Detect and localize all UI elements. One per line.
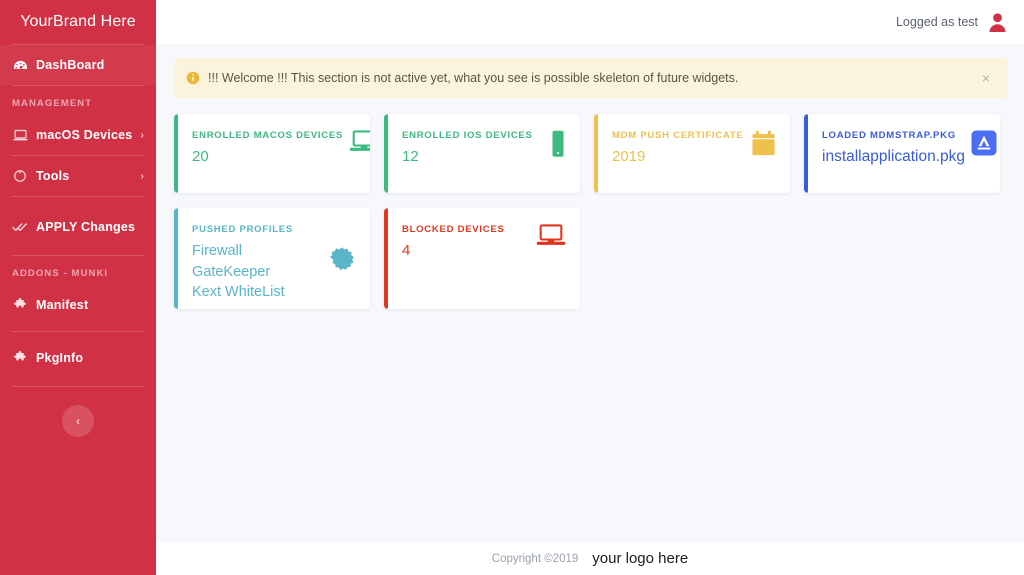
- gear-icon: [11, 168, 29, 184]
- welcome-alert: !!! Welcome !!! This section is not acti…: [174, 58, 1008, 98]
- sidebar-divider: [12, 331, 144, 332]
- sidebar-section-management: MANAGEMENT: [12, 98, 93, 109]
- sidebar-item-label: Tools: [36, 169, 70, 183]
- logged-as-label: Logged as test: [895, 15, 978, 29]
- card-loaded-mdmstrap-pkg[interactable]: LOADED MDMSTRAP.PKG installapplication.p…: [804, 114, 1000, 193]
- sidebar-item-manifest[interactable]: Manifest: [0, 285, 156, 325]
- footer: Copyright ©2019 your logo here: [156, 542, 1024, 575]
- profile-item: Kext WhiteList: [192, 284, 285, 301]
- sidebar-item-label: DashBoard: [36, 58, 105, 72]
- dashboard-icon: [11, 57, 29, 73]
- card-enrolled-ios-devices[interactable]: ENROLLED IOS DEVICES 12: [384, 114, 580, 193]
- card-mdm-push-certificate[interactable]: MDM PUSH CERTIFICATE 2019: [594, 114, 790, 193]
- user-avatar-icon[interactable]: [988, 11, 1008, 33]
- sidebar: YourBrand Here DashBoard MANAGEMENT macO…: [0, 0, 156, 575]
- footer-logo-text: your logo here: [592, 550, 689, 567]
- profile-item: GateKeeper: [192, 263, 271, 280]
- chevron-right-icon: ›: [140, 170, 144, 182]
- sidebar-item-tools[interactable]: Tools ›: [0, 156, 156, 196]
- certificate-badge-icon: [328, 246, 356, 274]
- close-icon[interactable]: ×: [978, 69, 994, 87]
- chevron-right-icon: ›: [140, 129, 144, 141]
- card-pushed-profiles[interactable]: PUSHED PROFILES Firewall GateKeeper Kext…: [174, 208, 370, 309]
- dashboard-page: YourBrand Here DashBoard MANAGEMENT macO…: [0, 0, 1024, 575]
- check-double-icon: [11, 219, 29, 235]
- card-title: LOADED MDMSTRAP.PKG: [822, 130, 956, 141]
- sidebar-item-label: APPLY Changes: [36, 220, 136, 234]
- card-row-2: PUSHED PROFILES Firewall GateKeeper Kext…: [174, 208, 1008, 309]
- laptop-icon: [11, 127, 29, 143]
- card-value: 4: [402, 242, 411, 259]
- puzzle-piece-icon: [11, 350, 29, 366]
- sidebar-item-label: macOS Devices: [36, 128, 133, 142]
- profile-item: Firewall: [192, 243, 242, 259]
- sidebar-divider: [12, 386, 144, 387]
- card-value: 12: [402, 148, 419, 165]
- card-value: 2019: [612, 148, 646, 165]
- laptop-icon: [349, 130, 370, 154]
- laptop-blocked-icon: [536, 224, 566, 248]
- content-area: !!! Welcome !!! This section is not acti…: [156, 44, 1024, 542]
- sidebar-section-addons: ADDONS - MUNKI: [12, 268, 109, 279]
- alert-message: !!! Welcome !!! This section is not acti…: [208, 71, 739, 85]
- copyright-label: Copyright ©2019: [491, 552, 579, 565]
- card-blocked-devices[interactable]: BLOCKED DEVICES 4: [384, 208, 580, 309]
- card-title: ENROLLED MACOS DEVICES: [192, 130, 344, 141]
- card-row-1: ENROLLED MACOS DEVICES 20 ENROLLED IOS D…: [174, 114, 1008, 193]
- puzzle-piece-icon: [11, 297, 29, 313]
- sidebar-item-apply-changes[interactable]: APPLY Changes: [0, 207, 156, 247]
- info-circle-icon: [186, 71, 200, 85]
- card-value: 20: [192, 148, 209, 165]
- card-value: installapplication.pkg: [822, 148, 966, 165]
- sidebar-divider: [12, 196, 144, 197]
- sidebar-collapse-wrap: ‹: [0, 405, 156, 437]
- calendar-icon: [751, 130, 776, 157]
- card-title: ENROLLED IOS DEVICES: [402, 130, 533, 141]
- sidebar-item-dashboard[interactable]: DashBoard: [0, 45, 156, 85]
- card-title: BLOCKED DEVICES: [402, 224, 505, 235]
- mobile-phone-icon: [550, 130, 566, 158]
- app-store-icon: [971, 130, 997, 156]
- sidebar-item-label: PkgInfo: [36, 351, 84, 365]
- card-title: MDM PUSH CERTIFICATE: [612, 130, 744, 141]
- sidebar-item-macos-devices[interactable]: macOS Devices ›: [0, 115, 156, 155]
- sidebar-item-pkginfo[interactable]: PkgInfo: [0, 338, 156, 378]
- sidebar-item-label: Manifest: [36, 298, 89, 312]
- main-area: Logged as test !!! Welcome !!! This sect…: [156, 0, 1024, 575]
- sidebar-collapse-button[interactable]: ‹: [62, 405, 94, 437]
- brand-title: YourBrand Here: [20, 13, 136, 30]
- topbar: Logged as test: [156, 0, 1024, 44]
- card-enrolled-macos-devices[interactable]: ENROLLED MACOS DEVICES 20: [174, 114, 370, 193]
- card-title: PUSHED PROFILES: [192, 224, 293, 235]
